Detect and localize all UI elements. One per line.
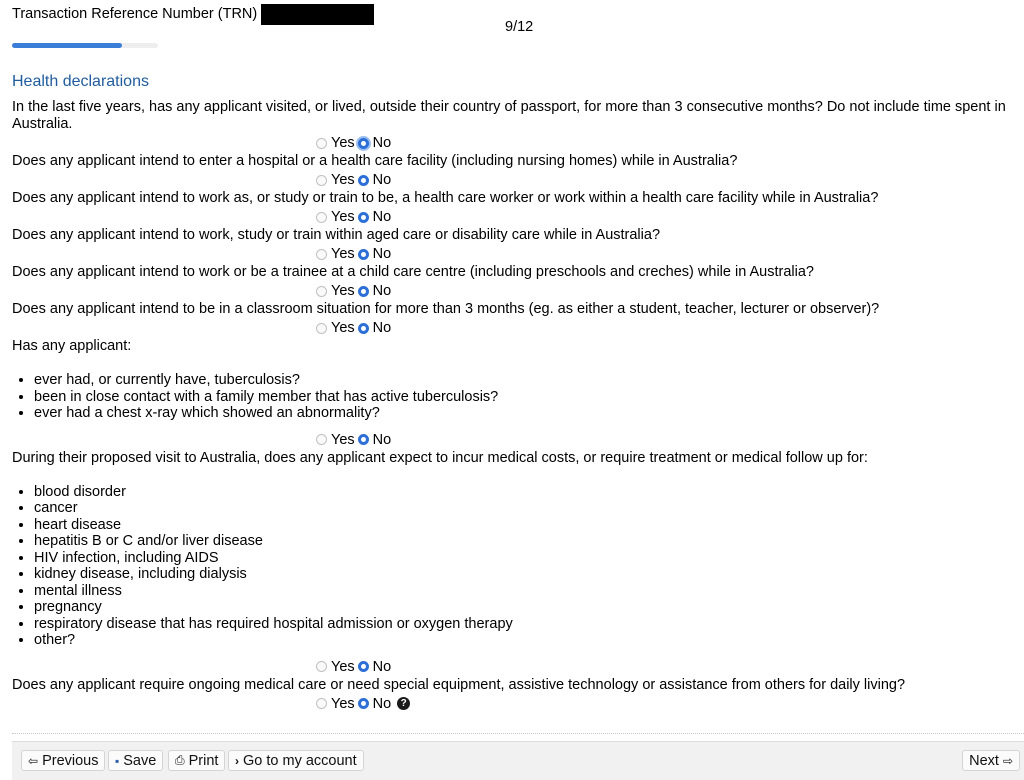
progress-bar-fill (12, 43, 122, 48)
no-label: No (372, 431, 392, 448)
question-text: Has any applicant: (12, 338, 132, 354)
arrow-left-icon: ⇦ (28, 753, 39, 768)
no-label: No (372, 695, 392, 712)
yes-radio[interactable] (316, 434, 327, 445)
answer-radio-group: Yes No (12, 281, 1020, 301)
progress-bar (12, 43, 158, 48)
answer-radio-group: Yes No (12, 657, 1020, 677)
condition-list-item: blood disorder (34, 484, 1020, 501)
no-label: No (372, 283, 392, 299)
answer-radio-group: Yes No (12, 170, 1020, 190)
yes-radio[interactable] (316, 322, 327, 334)
yes-radio[interactable] (316, 698, 327, 709)
question-text: Does any applicant intend to enter a hos… (12, 153, 738, 169)
yes-label: Yes (331, 658, 355, 675)
yes-radio[interactable] (316, 174, 327, 186)
question-text: Does any applicant intend to be in a cla… (12, 301, 880, 317)
no-radio[interactable] (357, 248, 369, 260)
save-button[interactable]: ▪ Save (108, 750, 164, 771)
answer-radio-group: Yes No? (12, 694, 1020, 714)
go-to-account-button[interactable]: › Go to my account (228, 750, 364, 771)
printer-icon: ⎙ (175, 753, 185, 767)
no-radio[interactable] (357, 174, 369, 186)
yes-radio[interactable] (316, 137, 327, 149)
trn-row: Transaction Reference Number (TRN) (12, 3, 375, 25)
no-radio[interactable] (357, 322, 369, 334)
question-text: In the last five years, has any applican… (12, 99, 1006, 132)
question-list: In the last five years, has any applican… (12, 99, 1020, 714)
question-text: During their proposed visit to Australia… (12, 449, 868, 466)
trn-label: Transaction Reference Number (TRN) (12, 6, 258, 22)
print-label: Print (188, 752, 219, 769)
account-label: Go to my account (243, 752, 357, 769)
previous-button[interactable]: ⇦ Previous (21, 750, 106, 771)
save-label: Save (123, 752, 157, 769)
question-text: Does any applicant intend to work as, or… (12, 190, 879, 206)
answer-radio-group: Yes No (12, 430, 1020, 450)
no-radio[interactable] (357, 434, 369, 445)
yes-label: Yes (331, 695, 355, 712)
answer-radio-group: Yes No (12, 318, 1020, 338)
print-button[interactable]: ⎙ Print (168, 750, 226, 771)
condition-list-item: respiratory disease that has required ho… (34, 616, 1020, 633)
answer-radio-group: Yes No (12, 207, 1020, 227)
yes-label: Yes (331, 246, 355, 262)
yes-label: Yes (331, 172, 355, 188)
footer-toolbar: ⇦ Previous ▪ Save ⎙ Print › Go to my acc… (12, 741, 1024, 780)
no-label: No (372, 209, 392, 225)
question-circle-icon[interactable]: ? (397, 697, 411, 710)
condition-list-item: hepatitis B or C and/or liver disease (34, 533, 1020, 550)
yes-label: Yes (331, 431, 355, 448)
condition-list-item: ever had, or currently have, tuberculosi… (34, 372, 1020, 389)
condition-list-item: ever had a chest x-ray which showed an a… (34, 405, 1020, 422)
footer-divider (12, 733, 1024, 734)
yes-radio[interactable] (316, 285, 327, 297)
yes-radio[interactable] (316, 248, 327, 260)
condition-list-item: cancer (34, 500, 1020, 517)
no-radio[interactable] (357, 137, 369, 149)
condition-list-item: HIV infection, including AIDS (34, 550, 1020, 567)
no-label: No (372, 246, 392, 262)
condition-list: blood disordercancerheart diseasehepatit… (12, 484, 1020, 649)
yes-label: Yes (331, 135, 355, 151)
yes-radio[interactable] (316, 211, 327, 223)
condition-list-item: heart disease (34, 517, 1020, 534)
question-text: Does any applicant require ongoing medic… (12, 676, 906, 693)
yes-label: Yes (331, 283, 355, 299)
form-content: Health declarations In the last five yea… (12, 72, 1020, 714)
trn-redacted-value (261, 3, 375, 25)
question-text: Does any applicant intend to work, study… (12, 227, 661, 243)
condition-list-item: been in close contact with a family memb… (34, 389, 1020, 406)
next-button[interactable]: Next ⇨ (962, 750, 1020, 771)
answer-radio-group: Yes No (12, 133, 1020, 153)
condition-list-item: mental illness (34, 583, 1020, 600)
section-title: Health declarations (12, 73, 149, 90)
question-text: Does any applicant intend to work or be … (12, 264, 814, 280)
no-label: No (372, 320, 392, 336)
yes-radio[interactable] (316, 661, 327, 672)
no-radio[interactable] (357, 285, 369, 297)
floppy-disk-icon: ▪ (115, 753, 120, 768)
condition-list-item: pregnancy (34, 599, 1020, 616)
no-radio[interactable] (357, 698, 369, 709)
condition-list-item: other? (34, 632, 1020, 649)
no-label: No (372, 172, 392, 188)
chevron-right-icon: › (235, 753, 239, 768)
previous-label: Previous (42, 752, 99, 769)
answer-radio-group: Yes No (12, 244, 1020, 264)
next-label: Next (969, 752, 999, 769)
page-counter: 9/12 (505, 19, 534, 35)
no-label: No (372, 658, 392, 675)
yes-label: Yes (331, 209, 355, 225)
no-radio[interactable] (357, 211, 369, 223)
yes-label: Yes (331, 320, 355, 336)
arrow-right-icon: ⇨ (1002, 753, 1013, 768)
no-label: No (372, 135, 392, 151)
condition-list: ever had, or currently have, tuberculosi… (12, 372, 1020, 422)
condition-list-item: kidney disease, including dialysis (34, 566, 1020, 583)
no-radio[interactable] (357, 661, 369, 672)
